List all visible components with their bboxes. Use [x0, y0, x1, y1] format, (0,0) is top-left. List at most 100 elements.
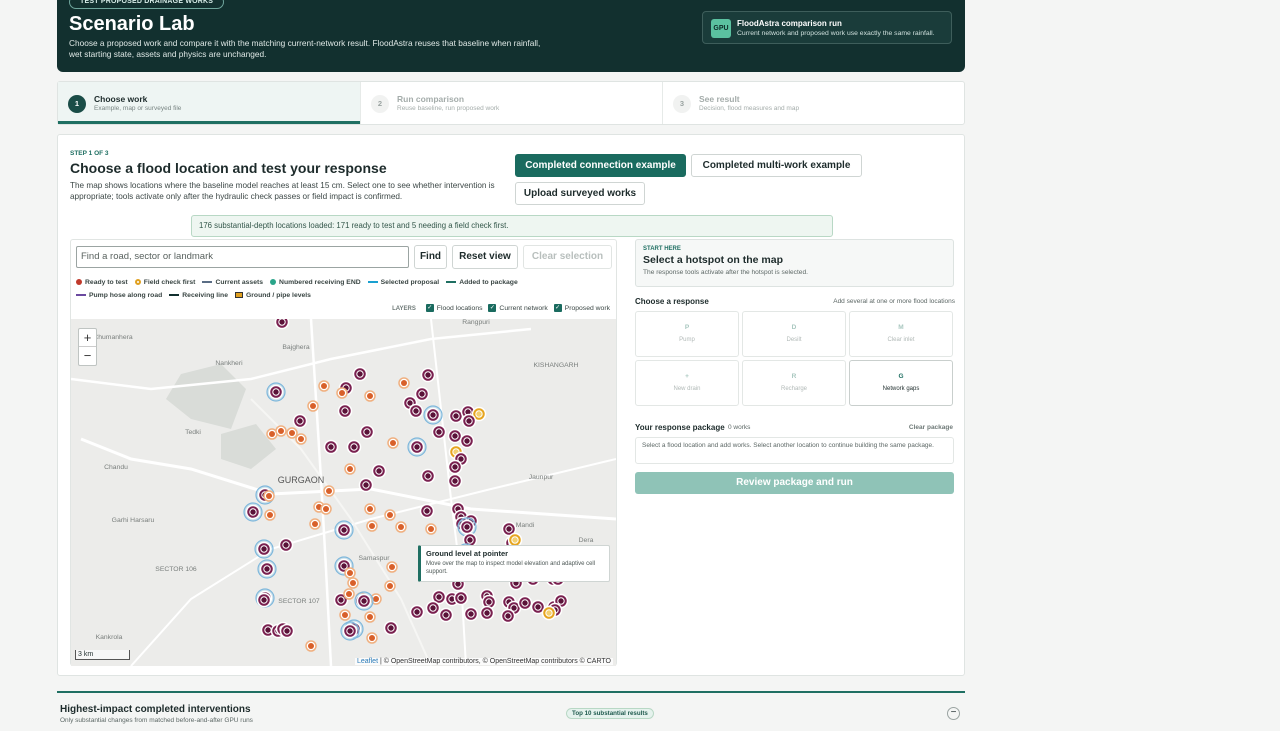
- flood-location-marker[interactable]: [344, 567, 356, 579]
- flood-location-marker[interactable]: [320, 503, 332, 515]
- flood-location-marker[interactable]: [256, 592, 272, 608]
- flood-location-marker[interactable]: [387, 437, 399, 449]
- flood-location-marker[interactable]: [323, 439, 339, 455]
- flood-location-marker[interactable]: [323, 485, 335, 497]
- flood-location-marker[interactable]: [359, 424, 375, 440]
- search-input[interactable]: Find a road, sector or landmark: [76, 246, 409, 268]
- flood-location-marker[interactable]: [337, 403, 353, 419]
- tool-network-gaps-button[interactable]: G Network gaps: [849, 360, 953, 406]
- tool-clear-inlet-button[interactable]: M Clear inlet: [849, 311, 953, 357]
- flood-location-marker[interactable]: [292, 413, 308, 429]
- flood-location-marker[interactable]: [408, 403, 424, 419]
- leaflet-link[interactable]: Leaflet: [357, 658, 378, 665]
- flood-location-marker[interactable]: [336, 387, 348, 399]
- flood-location-marker[interactable]: [371, 463, 387, 479]
- flood-location-marker[interactable]: [517, 595, 533, 611]
- tool-desilt-button[interactable]: D Desilt: [742, 311, 846, 357]
- flood-location-marker[interactable]: [264, 509, 276, 521]
- flood-location-marker[interactable]: [346, 439, 362, 455]
- flood-location-marker[interactable]: [500, 608, 516, 624]
- tab-choose-work[interactable]: 1 Choose work Example, map or surveyed f…: [58, 82, 360, 124]
- flood-location-marker[interactable]: [307, 400, 319, 412]
- checkbox-current-network[interactable]: ✓: [488, 304, 497, 312]
- tab-see-result[interactable]: 3 See result Decision, flood measures an…: [662, 82, 964, 124]
- flood-location-marker[interactable]: [448, 408, 464, 424]
- flood-location-marker[interactable]: [334, 520, 354, 540]
- flood-location-marker[interactable]: [409, 604, 425, 620]
- flood-location-marker[interactable]: [463, 606, 479, 622]
- flood-location-marker[interactable]: [352, 366, 368, 382]
- flood-location-marker[interactable]: [425, 600, 441, 616]
- flood-location-marker[interactable]: [384, 509, 396, 521]
- checkbox-flood-locations[interactable]: ✓: [425, 304, 434, 312]
- flood-location-marker[interactable]: [447, 473, 463, 489]
- flood-location-marker[interactable]: [366, 632, 378, 644]
- clear-selection-button[interactable]: Clear selection: [523, 245, 612, 269]
- review-package-button[interactable]: Review package and run: [635, 472, 954, 494]
- flood-location-marker[interactable]: [383, 620, 399, 636]
- clear-package-button[interactable]: Clear package: [909, 424, 953, 431]
- tool-pump-button[interactable]: P Pump: [635, 311, 739, 357]
- flood-location-marker[interactable]: [407, 437, 427, 457]
- flood-location-marker[interactable]: [254, 539, 274, 559]
- flood-location-marker[interactable]: [347, 577, 359, 589]
- flood-location-marker[interactable]: [414, 386, 430, 402]
- flood-location-marker[interactable]: [438, 607, 454, 623]
- flood-location-marker[interactable]: [343, 588, 355, 600]
- checkbox-proposed-work[interactable]: ✓: [553, 304, 562, 312]
- flood-location-marker[interactable]: [286, 427, 298, 439]
- flood-location-marker[interactable]: [275, 425, 287, 437]
- flood-location-marker[interactable]: [279, 623, 295, 639]
- multi-work-example-button[interactable]: Completed multi-work example: [691, 154, 862, 177]
- flood-location-marker[interactable]: [358, 477, 374, 493]
- flood-location-marker[interactable]: [278, 537, 294, 553]
- flood-location-marker[interactable]: [420, 367, 436, 383]
- flood-location-marker[interactable]: [447, 459, 463, 475]
- tab-run-comparison[interactable]: 2 Run comparison Reuse baseline, run pro…: [360, 82, 662, 124]
- flood-location-marker[interactable]: [398, 377, 410, 389]
- flood-location-marker[interactable]: [266, 382, 286, 402]
- flood-location-marker[interactable]: [395, 521, 407, 533]
- upload-surveyed-works-button[interactable]: Upload surveyed works: [515, 182, 645, 205]
- flood-map[interactable]: Rangpuri Chumanhera Bajghera Nankheri KISHAN…: [71, 319, 616, 666]
- zoom-out-button[interactable]: −: [79, 347, 96, 365]
- flood-location-marker[interactable]: [366, 520, 378, 532]
- flood-location-marker[interactable]: [257, 559, 277, 579]
- flood-location-marker[interactable]: [447, 428, 463, 444]
- flood-location-marker[interactable]: [459, 433, 475, 449]
- flood-location-marker[interactable]: [541, 605, 557, 621]
- flood-location-marker[interactable]: [384, 580, 396, 592]
- flood-location-marker[interactable]: [305, 640, 317, 652]
- reset-view-button[interactable]: Reset view: [452, 245, 518, 269]
- flood-location-marker[interactable]: [339, 609, 351, 621]
- flood-location-marker[interactable]: [318, 380, 330, 392]
- flood-location-marker[interactable]: [419, 503, 435, 519]
- zoom-in-button[interactable]: +: [79, 329, 96, 347]
- flood-location-marker[interactable]: [263, 490, 275, 502]
- flood-location-marker[interactable]: [344, 463, 356, 475]
- flood-location-marker[interactable]: [461, 413, 477, 429]
- flood-location-marker[interactable]: [431, 424, 447, 440]
- collapse-button[interactable]: −: [947, 707, 960, 720]
- tool-recharge-button[interactable]: R Recharge: [742, 360, 846, 406]
- connection-example-button[interactable]: Completed connection example: [515, 154, 686, 177]
- find-button[interactable]: Find: [414, 245, 447, 269]
- flood-location-marker[interactable]: [453, 590, 469, 606]
- flood-location-marker[interactable]: [309, 518, 321, 530]
- flood-location-marker[interactable]: [425, 523, 437, 535]
- flood-location-marker[interactable]: [386, 561, 398, 573]
- flood-location-marker[interactable]: [364, 611, 376, 623]
- flood-location-marker[interactable]: [274, 319, 290, 330]
- flood-location-marker[interactable]: [364, 503, 376, 515]
- flood-location-marker[interactable]: [243, 502, 263, 522]
- flood-location-marker[interactable]: [423, 405, 443, 425]
- map-canvas[interactable]: Rangpuri Chumanhera Bajghera Nankheri KISHAN…: [71, 319, 616, 666]
- flood-location-marker[interactable]: [479, 605, 495, 621]
- flood-location-marker[interactable]: [457, 517, 477, 537]
- flood-location-marker[interactable]: [340, 621, 360, 641]
- flood-location-marker[interactable]: [364, 390, 376, 402]
- flood-location-marker[interactable]: [295, 433, 307, 445]
- flood-location-marker[interactable]: [420, 468, 436, 484]
- tool-new-drain-button[interactable]: + New drain: [635, 360, 739, 406]
- flood-location-marker[interactable]: [354, 591, 374, 611]
